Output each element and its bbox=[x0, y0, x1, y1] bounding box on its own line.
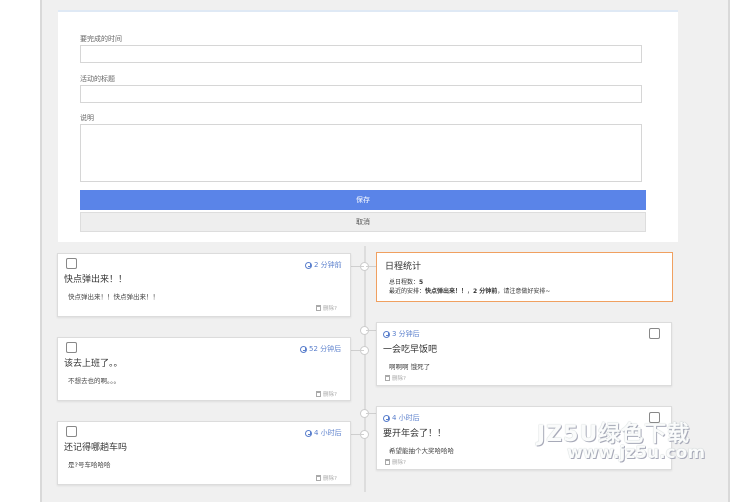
event-time: 3 分钟后 bbox=[383, 329, 420, 339]
time-input[interactable] bbox=[80, 45, 642, 63]
delete-link[interactable]: 删除? bbox=[316, 474, 337, 482]
event-time-text: 3 分钟后 bbox=[392, 330, 420, 338]
clock-icon bbox=[300, 345, 307, 353]
timeline-connector bbox=[350, 350, 364, 351]
trash-icon bbox=[316, 475, 321, 481]
event-time-text: 4 小时后 bbox=[314, 429, 342, 437]
stats-recent-time: 2 分钟前 bbox=[473, 288, 498, 295]
cancel-button[interactable]: 取消 bbox=[80, 212, 646, 232]
trash-icon bbox=[316, 305, 321, 311]
timeline-connector bbox=[350, 266, 364, 267]
stats-recent-suffix: ，请注意做好安排~ bbox=[497, 288, 551, 295]
description-textarea[interactable] bbox=[80, 124, 642, 182]
delete-label: 删除? bbox=[323, 392, 337, 398]
add-event-form: 要完成的时间 活动的标题 说明 保存 取消 bbox=[58, 10, 678, 242]
description-field-label: 说明 bbox=[80, 114, 94, 122]
watermark-url: www.jz5u.com bbox=[567, 443, 706, 463]
event-title: 还记得哪趟车吗 bbox=[64, 443, 128, 453]
event-time-text: 52 分钟后 bbox=[309, 345, 342, 353]
timeline-connector bbox=[350, 434, 364, 435]
stats-total-label: 总日程数： bbox=[389, 279, 420, 286]
stats-title: 日程统计 bbox=[385, 262, 422, 272]
stats-recent-prefix: 最近的安排： bbox=[389, 288, 426, 295]
delete-link[interactable]: 删除? bbox=[385, 458, 406, 466]
delete-label: 删除? bbox=[323, 476, 337, 482]
delete-label: 删除? bbox=[392, 460, 406, 466]
trash-icon bbox=[316, 391, 321, 397]
event-card: 52 分钟后 该去上班了。。 不想去也的啊。。。 删除? bbox=[57, 337, 351, 401]
clock-icon bbox=[305, 429, 312, 437]
event-card: 4 小时后 还记得哪趟车吗 是?号车哈哈哈 删除? bbox=[57, 421, 351, 485]
delete-label: 删除? bbox=[323, 306, 337, 312]
event-time: 4 小时后 bbox=[383, 413, 420, 423]
stats-recent-title: 快点弹出来！！ bbox=[425, 288, 468, 295]
clock-icon bbox=[383, 414, 390, 422]
title-field-label: 活动的标题 bbox=[80, 75, 115, 83]
event-time: 2 分钟前 bbox=[305, 260, 342, 270]
event-time: 4 小时后 bbox=[305, 428, 342, 438]
stats-total: 总日程数：5 bbox=[389, 277, 423, 286]
event-title: 该去上班了。。 bbox=[64, 359, 123, 369]
delete-link[interactable]: 删除? bbox=[316, 304, 337, 312]
event-title: 要开年会了！！ bbox=[383, 429, 447, 439]
title-input[interactable] bbox=[80, 85, 642, 103]
clock-icon bbox=[383, 330, 390, 338]
event-description: 是?号车哈哈哈 bbox=[68, 461, 111, 469]
time-field-label: 要完成的时间 bbox=[80, 35, 122, 43]
event-description: 啊啊啊 饿死了 bbox=[389, 363, 431, 371]
save-button[interactable]: 保存 bbox=[80, 190, 646, 210]
stats-recent: 最近的安排：快点弹出来！！，2 分钟前，请注意做好安排~ bbox=[389, 286, 550, 295]
event-time: 52 分钟后 bbox=[300, 344, 341, 354]
event-description: 不想去也的啊。。。 bbox=[68, 377, 120, 385]
event-title: 快点弹出来！！ bbox=[64, 275, 128, 285]
event-title: 一会吃早饭吧 bbox=[383, 345, 438, 355]
delete-link[interactable]: 删除? bbox=[385, 374, 406, 382]
event-card: 3 分钟后 一会吃早饭吧 啊啊啊 饿死了 删除? bbox=[376, 322, 672, 386]
complete-checkbox[interactable] bbox=[66, 342, 77, 353]
delete-label: 删除? bbox=[392, 376, 406, 382]
clock-icon bbox=[305, 261, 312, 269]
complete-checkbox[interactable] bbox=[66, 258, 77, 269]
event-time-text: 4 小时后 bbox=[392, 414, 420, 422]
delete-link[interactable]: 删除? bbox=[316, 390, 337, 398]
complete-checkbox[interactable] bbox=[649, 328, 660, 339]
timeline-line bbox=[364, 246, 366, 492]
schedule-stats-card: 日程统计 总日程数：5 最近的安排：快点弹出来！！，2 分钟前，请注意做好安排~ bbox=[376, 252, 673, 302]
event-description: 快点弹出来！！快点弹出来！！ bbox=[68, 293, 159, 301]
trash-icon bbox=[385, 459, 390, 465]
stats-total-value: 5 bbox=[419, 279, 424, 286]
complete-checkbox[interactable] bbox=[66, 426, 77, 437]
event-card: 2 分钟前 快点弹出来！！ 快点弹出来！！快点弹出来！！ 删除? bbox=[57, 253, 351, 317]
watermark: JZ5U绿色下载 www.jz5u.com bbox=[537, 416, 707, 466]
trash-icon bbox=[385, 375, 390, 381]
event-time-text: 2 分钟前 bbox=[314, 261, 342, 269]
event-description: 希望能抽个大奖哈哈哈 bbox=[389, 447, 454, 455]
